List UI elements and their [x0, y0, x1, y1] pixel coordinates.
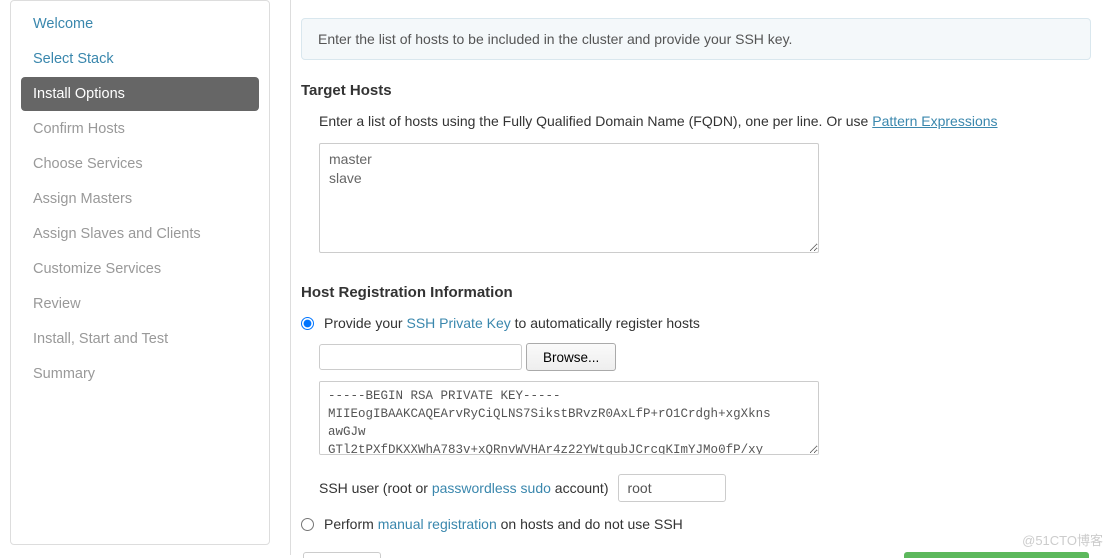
sidebar-item-summary: Summary — [21, 357, 259, 391]
private-key-textarea[interactable] — [319, 381, 819, 455]
sidebar-item-confirm-hosts: Confirm Hosts — [21, 112, 259, 146]
provide-key-prefix: Provide your — [324, 315, 406, 331]
ssh-private-key-link[interactable]: SSH Private Key — [406, 315, 510, 331]
sidebar-item-customize-services: Customize Services — [21, 252, 259, 286]
target-hosts-heading: Target Hosts — [301, 82, 1091, 99]
file-chooser-row: Browse... — [319, 343, 1091, 371]
ssh-user-row: SSH user (root or passwordless sudo acco… — [319, 474, 1091, 502]
main-content: Enter the list of hosts to be included i… — [290, 0, 1111, 555]
ssh-user-suffix: account) — [551, 480, 609, 496]
sidebar-item-install-options[interactable]: Install Options — [21, 77, 259, 111]
ssh-user-input[interactable] — [618, 474, 726, 502]
back-button[interactable] — [303, 552, 381, 558]
pattern-expressions-link[interactable]: Pattern Expressions — [872, 113, 997, 129]
info-banner: Enter the list of hosts to be included i… — [301, 18, 1091, 60]
host-registration-heading: Host Registration Information — [301, 284, 1091, 301]
next-button[interactable] — [904, 552, 1089, 558]
perform-prefix: Perform — [324, 516, 378, 532]
perform-suffix: on hosts and do not use SSH — [497, 516, 683, 532]
target-hosts-section: Target Hosts Enter a list of hosts using… — [301, 82, 1091, 256]
wizard-nav-buttons — [301, 552, 1091, 558]
watermark: @51CTO博客 — [1022, 530, 1103, 549]
manual-registration-link[interactable]: manual registration — [378, 516, 497, 532]
sidebar-item-review: Review — [21, 287, 259, 321]
sidebar-item-select-stack[interactable]: Select Stack — [21, 42, 259, 76]
sidebar-item-assign-slaves: Assign Slaves and Clients — [21, 217, 259, 251]
ssh-user-prefix: SSH user (root or — [319, 480, 432, 496]
wizard-steps-list: Welcome Select Stack Install Options Con… — [21, 1, 259, 397]
target-hosts-note-text: Enter a list of hosts using the Fully Qu… — [319, 113, 872, 129]
sidebar-item-assign-masters: Assign Masters — [21, 182, 259, 216]
wizard-sidebar: Welcome Select Stack Install Options Con… — [10, 0, 270, 545]
passwordless-sudo-link[interactable]: passwordless sudo — [432, 480, 551, 496]
provide-key-suffix: to automatically register hosts — [511, 315, 700, 331]
target-hosts-textarea[interactable] — [319, 143, 819, 253]
provide-key-radio-row[interactable]: Provide your SSH Private Key to automati… — [301, 315, 1091, 331]
ssh-user-label: SSH user (root or passwordless sudo acco… — [319, 480, 608, 496]
target-hosts-note: Enter a list of hosts using the Fully Qu… — [319, 113, 1091, 129]
host-registration-section: Host Registration Information Provide yo… — [301, 284, 1091, 558]
provide-key-label: Provide your SSH Private Key to automati… — [324, 315, 700, 331]
private-key-wrap — [319, 381, 819, 458]
manual-registration-radio[interactable] — [301, 518, 314, 531]
manual-registration-label: Perform manual registration on hosts and… — [324, 516, 683, 532]
sidebar-item-choose-services: Choose Services — [21, 147, 259, 181]
browse-button[interactable]: Browse... — [526, 343, 616, 371]
sidebar-item-welcome[interactable]: Welcome — [21, 7, 259, 41]
manual-registration-radio-row[interactable]: Perform manual registration on hosts and… — [301, 516, 1091, 532]
provide-key-radio[interactable] — [301, 317, 314, 330]
file-path-input[interactable] — [319, 344, 522, 370]
sidebar-item-install-start-test: Install, Start and Test — [21, 322, 259, 356]
